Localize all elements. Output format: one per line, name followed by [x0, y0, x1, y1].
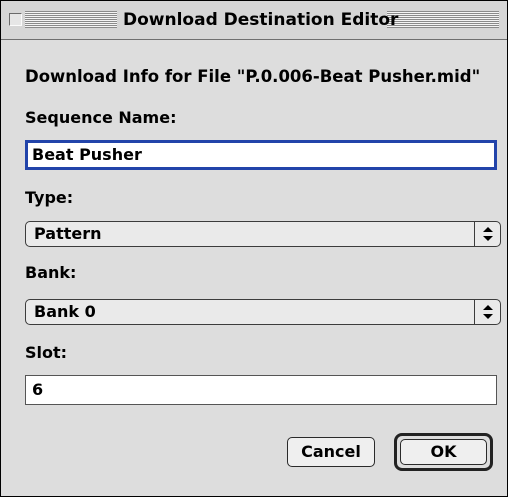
type-popup[interactable]: Pattern [25, 221, 501, 247]
download-info-text: Download Info for File "P.0.006-Beat Pus… [25, 67, 481, 86]
window-title: Download Destination Editor [123, 9, 399, 31]
dialog-window: Download Destination Editor Download Inf… [0, 0, 508, 497]
ok-button[interactable]: OK [400, 439, 487, 465]
type-label: Type: [25, 188, 74, 207]
up-down-arrows-icon [474, 222, 500, 246]
title-bar-stripes-left [25, 11, 117, 28]
bank-label: Bank: [25, 263, 77, 282]
sequence-name-input[interactable]: Beat Pusher [25, 140, 497, 170]
close-box-icon[interactable] [9, 13, 22, 26]
bank-popup-value: Bank 0 [34, 302, 96, 321]
sequence-name-label: Sequence Name: [25, 108, 177, 127]
cancel-button[interactable]: Cancel [287, 437, 375, 467]
bank-popup[interactable]: Bank 0 [25, 299, 501, 325]
title-bar[interactable]: Download Destination Editor [1, 1, 507, 40]
slot-label: Slot: [25, 343, 68, 362]
up-down-arrows-icon [474, 300, 500, 324]
title-bar-stripes-right [387, 11, 499, 28]
slot-input[interactable]: 6 [25, 375, 497, 405]
type-popup-value: Pattern [34, 224, 102, 243]
